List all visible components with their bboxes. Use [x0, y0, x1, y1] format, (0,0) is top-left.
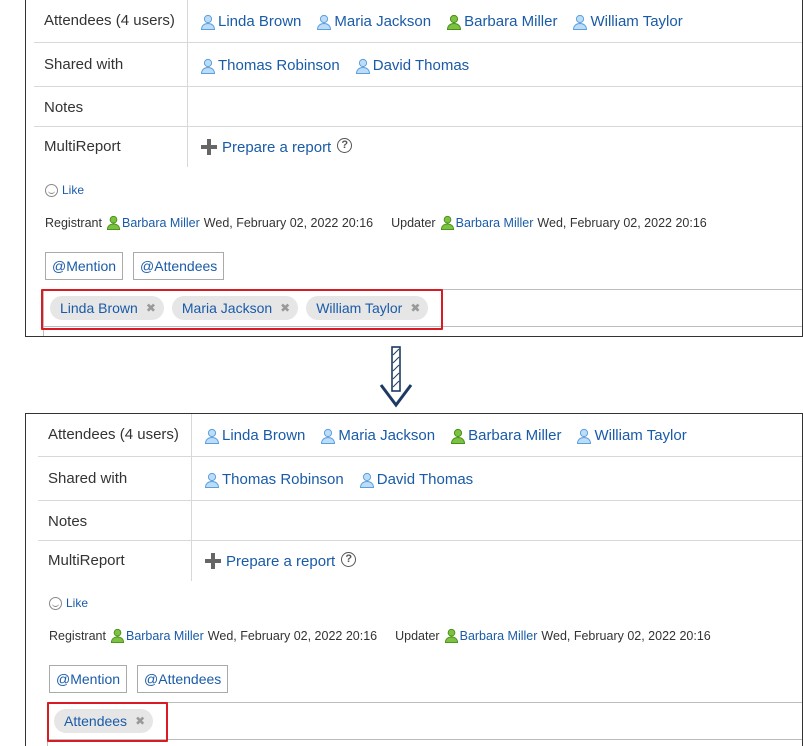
like-link[interactable]: Like [45, 183, 84, 197]
notes-label: Notes [38, 501, 192, 540]
remove-chip-icon[interactable]: ✖ [146, 301, 156, 315]
attendee-link[interactable]: Maria Jackson [316, 13, 431, 30]
attendee-link[interactable]: Barbara Miller [446, 13, 557, 30]
attendee-link[interactable]: Linda Brown [200, 13, 301, 30]
person-green-icon [440, 215, 454, 230]
attendees-label: Attendees (4 users) [34, 0, 188, 42]
attendee-link[interactable]: William Taylor [576, 427, 687, 444]
multireport-label: MultiReport [38, 541, 192, 581]
shared-row: Shared with Thomas Robinson David Thomas [38, 457, 802, 501]
shared-user-link[interactable]: David Thomas [359, 471, 473, 488]
person-blue-icon [577, 428, 592, 444]
person-blue-icon [200, 14, 216, 30]
shared-user-link[interactable]: David Thomas [355, 57, 469, 74]
person-green-icon [444, 628, 458, 643]
registrant-link[interactable]: Barbara Miller [122, 216, 200, 230]
shared-row: Shared with Thomas Robinson David Thomas [34, 43, 802, 87]
mention-button[interactable]: @Mention [49, 665, 128, 693]
remove-chip-icon[interactable]: ✖ [280, 301, 290, 315]
person-green-icon [110, 628, 125, 643]
attendees-label: Attendees (4 users) [38, 414, 192, 456]
record-meta: Registrant Barbara Miller Wed, February … [49, 628, 711, 643]
attendees-button[interactable]: @Attendees [133, 252, 225, 280]
notes-row: Notes [34, 87, 802, 127]
help-icon[interactable]: ? [337, 138, 353, 153]
notes-label: Notes [34, 87, 188, 126]
multireport-row: MultiReport Prepare a report ? [38, 541, 802, 581]
smile-icon [49, 596, 62, 610]
attendee-link[interactable]: Linda Brown [204, 427, 305, 444]
mention-chip[interactable]: Maria Jackson ✖ [171, 296, 299, 320]
person-green-icon [106, 215, 121, 230]
person-blue-icon [317, 14, 332, 30]
shared-label: Shared with [34, 43, 188, 86]
record-meta: Registrant Barbara Miller Wed, February … [45, 215, 707, 230]
shared-user-link[interactable]: Thomas Robinson [204, 471, 344, 488]
prepare-report-link[interactable]: Prepare a report [204, 552, 335, 570]
shared-label: Shared with [38, 457, 192, 500]
plus-icon [204, 552, 222, 570]
person-blue-icon [200, 58, 216, 74]
person-blue-icon [321, 428, 336, 444]
plus-icon [200, 138, 218, 156]
multireport-label: MultiReport [34, 127, 188, 167]
mention-chip[interactable]: William Taylor ✖ [306, 296, 429, 320]
person-blue-icon [204, 472, 220, 488]
person-blue-icon [573, 14, 588, 30]
attendees-row: Attendees (4 users) Linda Brown Maria Ja… [34, 0, 802, 43]
registrant-link[interactable]: Barbara Miller [126, 629, 204, 643]
notes-row: Notes [38, 501, 802, 541]
comment-editor[interactable]: Attendees ✖ [47, 702, 802, 746]
updater-link[interactable]: Barbara Miller [456, 216, 534, 230]
after-panel: Attendees (4 users) Linda Brown Maria Ja… [25, 413, 803, 746]
attendee-link[interactable]: Barbara Miller [450, 427, 561, 444]
down-arrow-icon [379, 346, 413, 408]
person-green-icon [447, 14, 462, 30]
mention-chip[interactable]: Attendees ✖ [54, 709, 154, 733]
person-blue-icon [359, 472, 374, 488]
person-blue-icon [204, 428, 220, 444]
shared-user-link[interactable]: Thomas Robinson [200, 57, 340, 74]
attendees-row: Attendees (4 users) Linda Brown Maria Ja… [38, 414, 802, 457]
remove-chip-icon[interactable]: ✖ [135, 714, 145, 728]
mention-button[interactable]: @Mention [45, 252, 124, 280]
help-icon[interactable]: ? [341, 552, 357, 567]
person-green-icon [451, 428, 466, 444]
smile-icon [45, 183, 58, 197]
remove-chip-icon[interactable]: ✖ [410, 301, 420, 315]
attendee-link[interactable]: Maria Jackson [320, 427, 435, 444]
mention-chip[interactable]: Linda Brown ✖ [50, 296, 164, 320]
attendee-link[interactable]: William Taylor [572, 13, 683, 30]
before-panel: Attendees (4 users) Linda Brown Maria Ja… [25, 0, 803, 337]
like-link[interactable]: Like [49, 596, 88, 610]
attendees-button[interactable]: @Attendees [137, 665, 229, 693]
comment-editor[interactable]: Linda Brown ✖ Maria Jackson ✖ William Tayl… [43, 289, 802, 336]
multireport-row: MultiReport Prepare a report ? [34, 127, 802, 167]
prepare-report-link[interactable]: Prepare a report [200, 138, 331, 156]
person-blue-icon [355, 58, 370, 74]
updater-link[interactable]: Barbara Miller [460, 629, 538, 643]
